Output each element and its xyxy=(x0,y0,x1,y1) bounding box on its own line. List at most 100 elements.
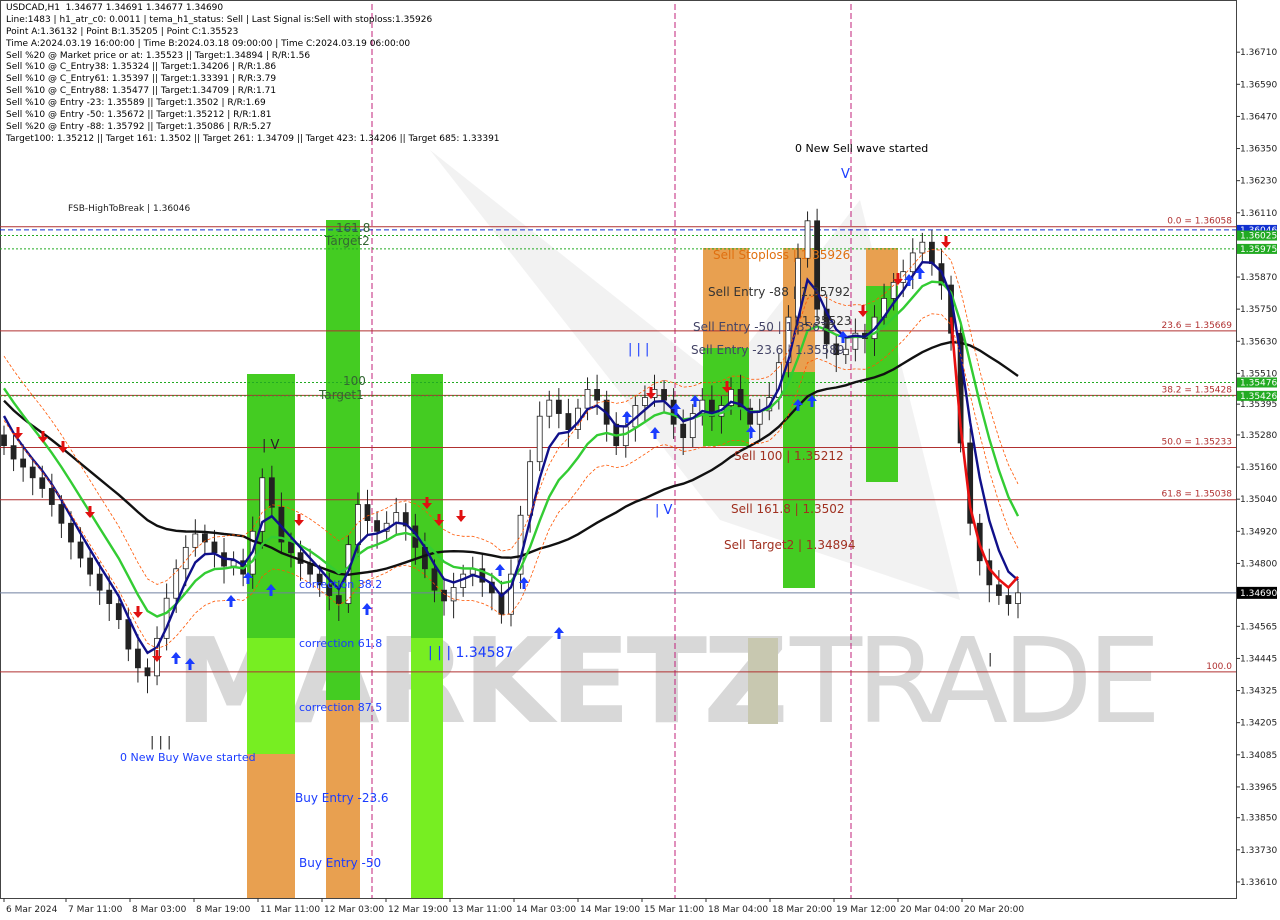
sell-entry-88-label: Sell Entry -88 | 1.35792 xyxy=(708,285,850,299)
candle-body xyxy=(546,399,553,417)
candle-body xyxy=(536,415,543,463)
candle-body xyxy=(680,423,687,439)
price-tag-label: 1.35476 xyxy=(1240,378,1277,388)
chart-root: MARKETZ TRADE 0.0 = 1.36058 23.6 = 1.35669 3… xyxy=(0,0,1280,920)
candle-body xyxy=(58,504,65,524)
candle-body xyxy=(211,541,218,554)
fib-label-4: 61.8 = 1.35038 xyxy=(1161,490,1232,500)
candle-body xyxy=(441,589,447,602)
price-tick-label: 1.35630 xyxy=(1240,337,1277,347)
time-tick-label: 15 Mar 11:00 xyxy=(644,905,704,915)
price-tick-label: 1.33610 xyxy=(1240,878,1277,888)
time-tick-label: 12 Mar 19:00 xyxy=(388,905,448,915)
price-tick-label: 1.35160 xyxy=(1240,463,1277,473)
fib-label-3: 50.0 = 1.35233 xyxy=(1161,438,1232,448)
candle-body xyxy=(268,477,275,508)
new-sell-wave-label: 0 New Sell wave started xyxy=(795,142,928,155)
buy-entry-23-label: Buy Entry -23.6 xyxy=(295,791,389,805)
candle-body xyxy=(144,667,151,677)
candle-body xyxy=(39,477,46,489)
price-tick-label: 1.36590 xyxy=(1240,80,1277,90)
low-level-label: | | | 1.34587 xyxy=(428,645,513,661)
watermark-right: TRADE xyxy=(789,612,1155,750)
price-tick-label: 1.33730 xyxy=(1240,846,1277,856)
price-tick-label: 1.34920 xyxy=(1240,527,1277,537)
candle-body xyxy=(565,413,572,430)
time-tick-label: 14 Mar 03:00 xyxy=(516,905,576,915)
time-tick-label: 8 Mar 19:00 xyxy=(196,905,251,915)
price-tick-label: 1.34085 xyxy=(1240,751,1277,761)
price-tick-label: 1.34800 xyxy=(1240,559,1277,569)
buy-entry-50-label: Buy Entry -50 xyxy=(299,856,381,870)
price-axis: 1.36710 1.36590 1.36470 1.36350 1.36230 1.361… xyxy=(1236,48,1277,888)
candle-body xyxy=(1015,592,1021,604)
price-tag-label: 1.35426 xyxy=(1240,392,1277,402)
info-line: Sell %10 @ Entry -50: 1.35672 || Target:… xyxy=(6,110,272,121)
price-tick-label: 1.34325 xyxy=(1240,687,1277,697)
info-panel: USDCAD,H1 1.34677 1.34691 1.34677 1.3469… xyxy=(6,3,500,146)
price-tick-label: 1.33850 xyxy=(1240,814,1277,824)
time-tick-label: 8 Mar 03:00 xyxy=(132,905,187,915)
price-tick-label: 1.34565 xyxy=(1240,622,1277,632)
wave-iii-label: | | | xyxy=(628,342,649,357)
watermark-bar xyxy=(748,638,778,724)
price-tag-label: 1.35975 xyxy=(1240,245,1277,255)
candle-body xyxy=(594,389,600,401)
candle-body xyxy=(106,589,113,604)
candle-body xyxy=(96,573,103,591)
price-tick-label: 1.36110 xyxy=(1240,209,1277,219)
info-line: Time A:2024.03.19 16:00:00 | Time B:2024… xyxy=(6,38,411,49)
info-line: Sell %10 @ C_Entry38: 1.35324 || Target:… xyxy=(6,62,277,73)
wave-iii-low-label: | | | xyxy=(150,735,171,750)
candle-body xyxy=(555,399,562,414)
info-line: Sell %20 @ Entry -88: 1.35792 || Target:… xyxy=(6,121,272,132)
candle-body xyxy=(929,241,935,265)
buy-zone-orange-1 xyxy=(247,752,295,898)
candle-body xyxy=(288,541,294,554)
info-line: Sell %10 @ Entry -23: 1.35589 || Target:… xyxy=(6,98,266,109)
buy-zone-lightgreen-1 xyxy=(247,638,295,754)
price-tick-label: 1.36470 xyxy=(1240,112,1277,122)
time-tick-label: 18 Mar 04:00 xyxy=(708,905,768,915)
wave-iv-label-2: | V xyxy=(655,503,673,518)
time-tick-label: 20 Mar 04:00 xyxy=(900,905,960,915)
candle-body xyxy=(68,522,74,543)
candle-body xyxy=(642,397,648,406)
candle-body xyxy=(192,533,199,548)
correction-618-label: correction 61.8 xyxy=(299,637,382,650)
correction-382-label: correction 38.2 xyxy=(299,578,382,591)
candle-body xyxy=(584,389,591,409)
price-tick-label: 1.36710 xyxy=(1240,48,1277,58)
candle-body xyxy=(77,541,84,559)
candle-body xyxy=(335,595,342,604)
info-line: Sell %20 @ Market price or at: 1.35523 |… xyxy=(6,50,311,61)
wave-v-label: V xyxy=(841,167,850,182)
candle-body xyxy=(115,603,122,621)
time-tick-label: 12 Mar 03:00 xyxy=(324,905,384,915)
candle xyxy=(814,208,821,322)
price-tick-label: 1.34445 xyxy=(1240,654,1277,664)
candle-body xyxy=(135,648,141,669)
fib-label-0: 0.0 = 1.36058 xyxy=(1167,217,1232,227)
sell-target2-label: Sell Target2 | 1.34894 xyxy=(724,538,856,552)
fib-label-5: 100.0 xyxy=(1206,662,1232,672)
candle-body xyxy=(431,568,438,591)
candle-body xyxy=(125,619,132,650)
info-line: Point A:1.36132 | Point B:1.35205 | Poin… xyxy=(6,26,239,37)
time-tick-label: 13 Mar 11:00 xyxy=(452,905,512,915)
price-tick-label: 1.36350 xyxy=(1240,145,1277,155)
wave-i-label: | xyxy=(988,652,992,667)
info-line: Sell %10 @ C_Entry61: 1.35397 || Target:… xyxy=(6,74,277,85)
sell-100-label: Sell 100 | 1.35212 xyxy=(734,449,844,463)
price-tick-label: 1.34205 xyxy=(1240,719,1277,729)
time-tick-label: 20 Mar 20:00 xyxy=(964,905,1024,915)
fsb-label: FSB-HighToBreak | 1.36046 xyxy=(68,204,190,214)
candle-body xyxy=(1005,595,1012,604)
time-tick-label: 19 Mar 12:00 xyxy=(836,905,896,915)
target-zone-green-2 xyxy=(326,220,360,700)
sell-entry-23-label: Sell Entry -23.6 | 1.35589 xyxy=(691,343,845,357)
candle-body xyxy=(919,241,926,254)
candle-body xyxy=(48,488,55,505)
price-tag-label: 1.36025 xyxy=(1240,232,1277,242)
candle-body xyxy=(87,557,93,575)
